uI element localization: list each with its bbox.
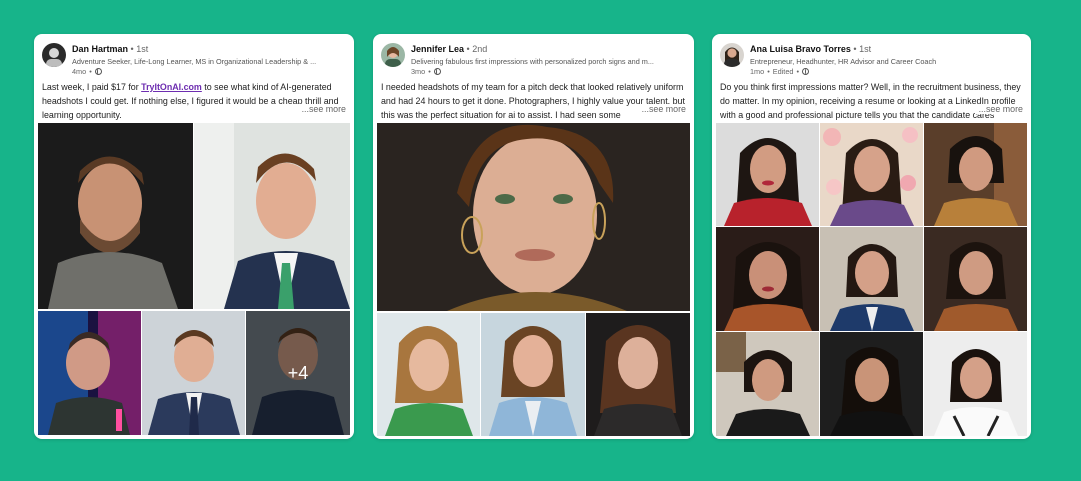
headshot-photo[interactable] xyxy=(924,332,1027,436)
headshot-photo[interactable] xyxy=(924,123,1027,226)
author-avatar[interactable] xyxy=(720,43,744,67)
post-link[interactable]: TryItOnAI.com xyxy=(141,82,202,92)
post-text: Do you think first impressions matter? W… xyxy=(720,82,1021,121)
post-header: Dan Hartman • 1st Adventure Seeker, Life… xyxy=(34,34,354,78)
post-meta: 1mo • Edited • xyxy=(750,67,810,76)
post-meta: 3mo • xyxy=(411,67,441,76)
more-photos-overlay[interactable]: +4 xyxy=(246,311,350,435)
headshot-photo[interactable] xyxy=(820,123,923,226)
globe-icon xyxy=(94,68,102,75)
headshot-photo[interactable] xyxy=(716,332,819,436)
separator-dot: • xyxy=(428,67,431,76)
author-tagline: Adventure Seeker, Life-Long Learner, MS … xyxy=(72,57,317,66)
author-name[interactable]: Jennifer Lea xyxy=(411,44,464,54)
separator-dot: • xyxy=(130,44,134,54)
post-time: 1mo xyxy=(750,67,765,76)
headshot-photo[interactable] xyxy=(820,332,923,436)
separator-dot: • xyxy=(466,44,470,54)
headshot-photo[interactable] xyxy=(38,311,141,435)
connection-degree: 2nd xyxy=(472,44,488,54)
headshot-photo[interactable] xyxy=(481,313,585,436)
author-avatar[interactable] xyxy=(381,43,405,67)
globe-icon xyxy=(802,68,810,75)
connection-degree: 1st xyxy=(136,44,149,54)
post-header: Ana Luisa Bravo Torres • 1st Entrepreneu… xyxy=(712,34,1031,78)
headshot-photo[interactable] xyxy=(377,123,690,311)
headshot-photo[interactable] xyxy=(142,311,245,435)
separator-dot: • xyxy=(89,67,92,76)
see-more-link[interactable]: ...see more xyxy=(637,104,686,114)
headshot-photo[interactable] xyxy=(716,123,819,226)
headshot-photo[interactable] xyxy=(38,123,193,309)
globe-icon xyxy=(433,68,441,75)
post-card-jennifer-lea[interactable]: Jennifer Lea • 2nd Delivering fabulous f… xyxy=(373,34,694,439)
post-card-dan-hartman[interactable]: Dan Hartman • 1st Adventure Seeker, Life… xyxy=(34,34,354,439)
author-tagline: Delivering fabulous first impressions wi… xyxy=(411,57,654,66)
separator-dot: • xyxy=(767,67,770,76)
headshot-photo[interactable] xyxy=(194,123,350,309)
headshot-photo[interactable]: +4 xyxy=(246,311,350,435)
headshot-photo[interactable] xyxy=(820,227,923,331)
post-text: I needed headshots of my team for a pitc… xyxy=(381,82,685,121)
post-header: Jennifer Lea • 2nd Delivering fabulous f… xyxy=(373,34,694,78)
headshot-photo[interactable] xyxy=(586,313,690,436)
author-name[interactable]: Dan Hartman xyxy=(72,44,128,54)
post-card-ana-luisa-bravo-torres[interactable]: Ana Luisa Bravo Torres • 1st Entrepreneu… xyxy=(712,34,1031,439)
post-text: Last week, I paid $17 for TryItOnAI.com … xyxy=(42,82,339,121)
post-time: 3mo xyxy=(411,67,426,76)
separator-dot: • xyxy=(796,67,800,76)
edited-label: Edited xyxy=(772,67,794,76)
author-name-line: Dan Hartman • 1st xyxy=(72,44,148,54)
connection-degree: 1st xyxy=(859,44,872,54)
headshot-photo[interactable] xyxy=(924,227,1027,331)
headshot-photo[interactable] xyxy=(716,227,819,331)
headshot-photo[interactable] xyxy=(377,313,480,436)
see-more-link[interactable]: ...see more xyxy=(297,104,346,114)
author-avatar[interactable] xyxy=(42,43,66,67)
author-tagline: Entrepreneur, Headhunter, HR Advisor and… xyxy=(750,57,937,66)
author-name-line: Jennifer Lea • 2nd xyxy=(411,44,487,54)
author-name[interactable]: Ana Luisa Bravo Torres xyxy=(750,44,851,54)
post-time: 4mo xyxy=(72,67,87,76)
separator-dot: • xyxy=(853,44,857,54)
post-meta: 4mo • xyxy=(72,67,102,76)
author-name-line: Ana Luisa Bravo Torres • 1st xyxy=(750,44,871,54)
see-more-link[interactable]: ...see more xyxy=(974,104,1023,114)
